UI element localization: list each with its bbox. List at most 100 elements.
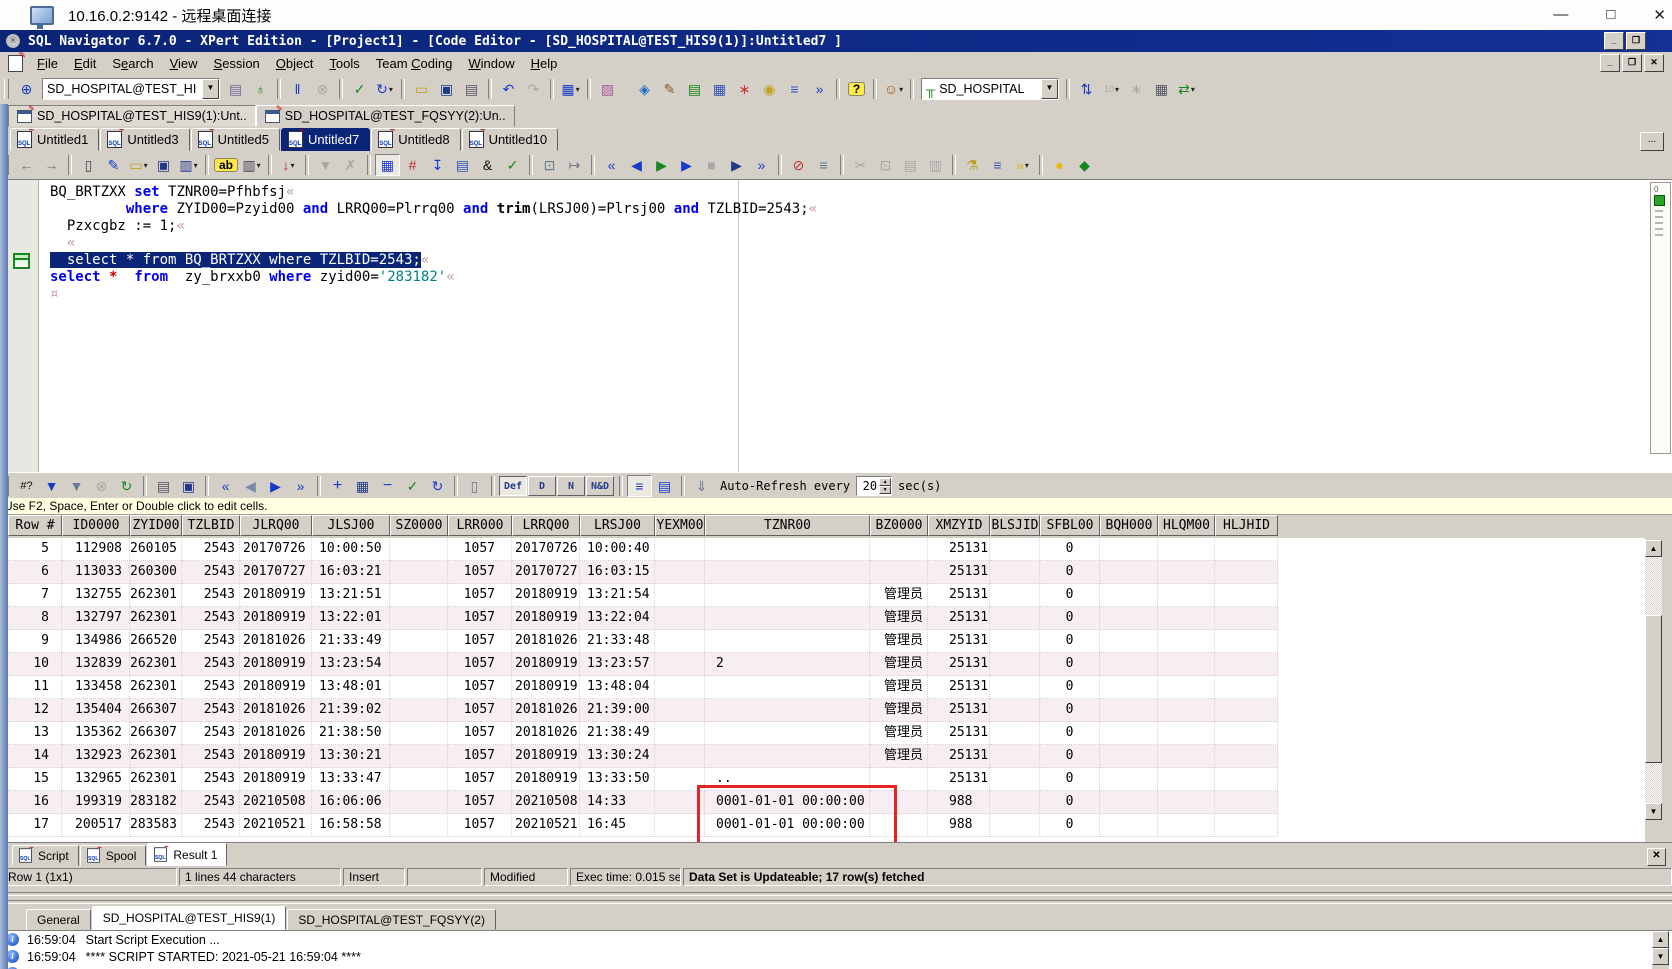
split-view-icon[interactable]: ▥ ▾ <box>239 154 264 176</box>
grid-cell[interactable]: 0 <box>1040 630 1100 653</box>
chevron-down-icon[interactable]: ▾ <box>389 85 393 94</box>
spinner-down-icon[interactable]: ▼ <box>879 486 892 494</box>
grid-cell[interactable] <box>1215 630 1278 653</box>
grid-cell[interactable]: 7 <box>8 584 62 607</box>
grid-cell[interactable]: 管理员 <box>870 607 928 630</box>
grid-cell[interactable] <box>1215 584 1278 607</box>
grid-cell[interactable] <box>655 745 705 768</box>
grid-cell[interactable]: 266520 <box>130 630 182 653</box>
open-document-icon[interactable]: ▭ ▾ <box>126 154 151 176</box>
grid-cell[interactable] <box>990 607 1040 630</box>
grid-cell[interactable]: 2543 <box>182 768 240 791</box>
editor-marker-bar[interactable]: 0 <box>1650 182 1671 454</box>
grid-cell[interactable]: 16:45 <box>580 814 655 837</box>
app-minimize-button[interactable]: _ <box>1604 32 1624 50</box>
column-header-bz0000[interactable]: BZ0000 <box>870 515 928 536</box>
grid-cell[interactable]: 8 <box>8 607 62 630</box>
grid-cell[interactable] <box>1215 814 1278 837</box>
grid-cell[interactable]: 2543 <box>182 653 240 676</box>
grid-cell[interactable]: 20180919 <box>512 607 580 630</box>
grid-cell[interactable]: 13:23:57 <box>580 653 655 676</box>
grid-cell[interactable] <box>390 584 448 607</box>
copy-statement-icon[interactable]: ⊡ <box>537 154 562 176</box>
output-window-icon[interactable]: ▤ <box>682 78 707 100</box>
grid-cell[interactable]: 2 <box>705 653 870 676</box>
grid-cell[interactable] <box>655 653 705 676</box>
chevron-down-icon[interactable]: ▾ <box>1191 85 1195 94</box>
chevron-down-icon[interactable]: ▾ <box>899 85 903 94</box>
grid-cell[interactable] <box>390 699 448 722</box>
print-grid-icon[interactable]: ▤ <box>151 475 176 497</box>
previous-statement-icon[interactable]: ◀ <box>624 154 649 176</box>
chevron-down-icon[interactable]: ▾ <box>144 161 148 170</box>
grid-cell[interactable]: 133458 <box>62 676 130 699</box>
explain-plan-icon[interactable]: ≡ <box>985 154 1010 176</box>
grid-cell[interactable]: 0 <box>1040 814 1100 837</box>
grid-cell[interactable] <box>1100 630 1158 653</box>
load-to-editor-icon[interactable]: ↧ <box>425 154 450 176</box>
grid-cell[interactable]: 13:21:51 <box>312 584 390 607</box>
scheduler-icon[interactable]: ▦ <box>707 78 732 100</box>
edit-record-icon[interactable]: ▦ <box>350 475 375 497</box>
grid-cell[interactable] <box>990 699 1040 722</box>
column-header-hljhid[interactable]: HLJHID <box>1215 515 1278 536</box>
save-icon[interactable]: ▣ <box>434 78 459 100</box>
grid-cell[interactable]: 1057 <box>448 630 512 653</box>
tab-untitled10[interactable]: Untitled10 <box>461 125 559 151</box>
chevron-down-icon[interactable]: ▼ <box>202 79 219 99</box>
grid-cell[interactable]: 1057 <box>448 676 512 699</box>
grid-cell[interactable]: 262301 <box>130 584 182 607</box>
grid-cell[interactable]: 0 <box>1040 676 1100 699</box>
chevron-down-icon[interactable]: ▾ <box>576 85 580 94</box>
grid-cell[interactable] <box>1100 768 1158 791</box>
output-tab-sd-hospital-test-fqsyy-2-[interactable]: SD_HOSPITAL@TEST_FQSYY(2) <box>287 909 497 930</box>
grid-cell[interactable] <box>990 745 1040 768</box>
commit-icon[interactable]: ✓ <box>347 78 372 100</box>
menu-view[interactable]: View <box>162 53 206 74</box>
grid-cell[interactable]: 20210508 <box>240 791 312 814</box>
refresh-icon[interactable]: ↻ <box>114 475 139 497</box>
maximize-button[interactable]: □ <box>1606 6 1615 24</box>
grid-cell[interactable]: 988 <box>928 814 990 837</box>
grid-cell[interactable]: 15 <box>8 768 62 791</box>
grid-cell[interactable]: 132965 <box>62 768 130 791</box>
grid-cell[interactable]: 0 <box>1040 722 1100 745</box>
grid-cell[interactable]: 6 <box>8 561 62 584</box>
grid-cell[interactable]: 20181026 <box>512 699 580 722</box>
grid-cell[interactable]: 135404 <box>62 699 130 722</box>
save-grid-icon[interactable]: ▣ <box>176 475 201 497</box>
menu-object[interactable]: Object <box>268 53 322 74</box>
grid-cell[interactable]: 2543 <box>182 791 240 814</box>
describe-icon[interactable]: ▦ <box>375 154 401 176</box>
grid-cell[interactable]: 262301 <box>130 607 182 630</box>
grid-cell[interactable] <box>390 791 448 814</box>
grid-cell[interactable] <box>990 653 1040 676</box>
menu-search[interactable]: Search <box>104 53 161 74</box>
grid-cell[interactable]: 0 <box>1040 584 1100 607</box>
grid-cell[interactable] <box>705 538 870 561</box>
grid-cell[interactable] <box>1215 561 1278 584</box>
image-icon[interactable]: ▨ <box>595 78 620 100</box>
turbo-run-icon[interactable]: » ▾ <box>1010 154 1035 176</box>
find-objects-icon[interactable]: ◉ <box>757 78 782 100</box>
sort-icon[interactable]: ⇅ <box>1074 78 1099 100</box>
grid-cell[interactable]: 0 <box>1040 791 1100 814</box>
column-header-lrr000[interactable]: LRR000 <box>448 515 512 536</box>
mode-button-n[interactable]: N <box>557 476 585 496</box>
grid-cell[interactable] <box>705 607 870 630</box>
minimize-button[interactable]: — <box>1553 6 1568 24</box>
column-header-sfbl00[interactable]: SFBL00 <box>1040 515 1100 536</box>
column-header-tznr00[interactable]: TZNR00 <box>705 515 870 536</box>
stop-execution-icon[interactable]: ⊗ <box>310 78 335 100</box>
grid-cell[interactable]: 200517 <box>62 814 130 837</box>
grid-cell[interactable]: 132797 <box>62 607 130 630</box>
grid-cell[interactable]: 25131 <box>928 768 990 791</box>
grid-cell[interactable]: 16:06:06 <box>312 791 390 814</box>
sql-builder-icon[interactable]: ∗ <box>1124 78 1149 100</box>
grid-cell[interactable] <box>990 630 1040 653</box>
table-icon[interactable]: ▦ <box>1149 78 1174 100</box>
grid-cell[interactable]: 0 <box>1040 745 1100 768</box>
mode-button-def[interactable]: Def <box>499 476 527 496</box>
chevron-down-icon[interactable]: ▾ <box>257 161 261 170</box>
grid-cell[interactable]: 16:03:15 <box>580 561 655 584</box>
